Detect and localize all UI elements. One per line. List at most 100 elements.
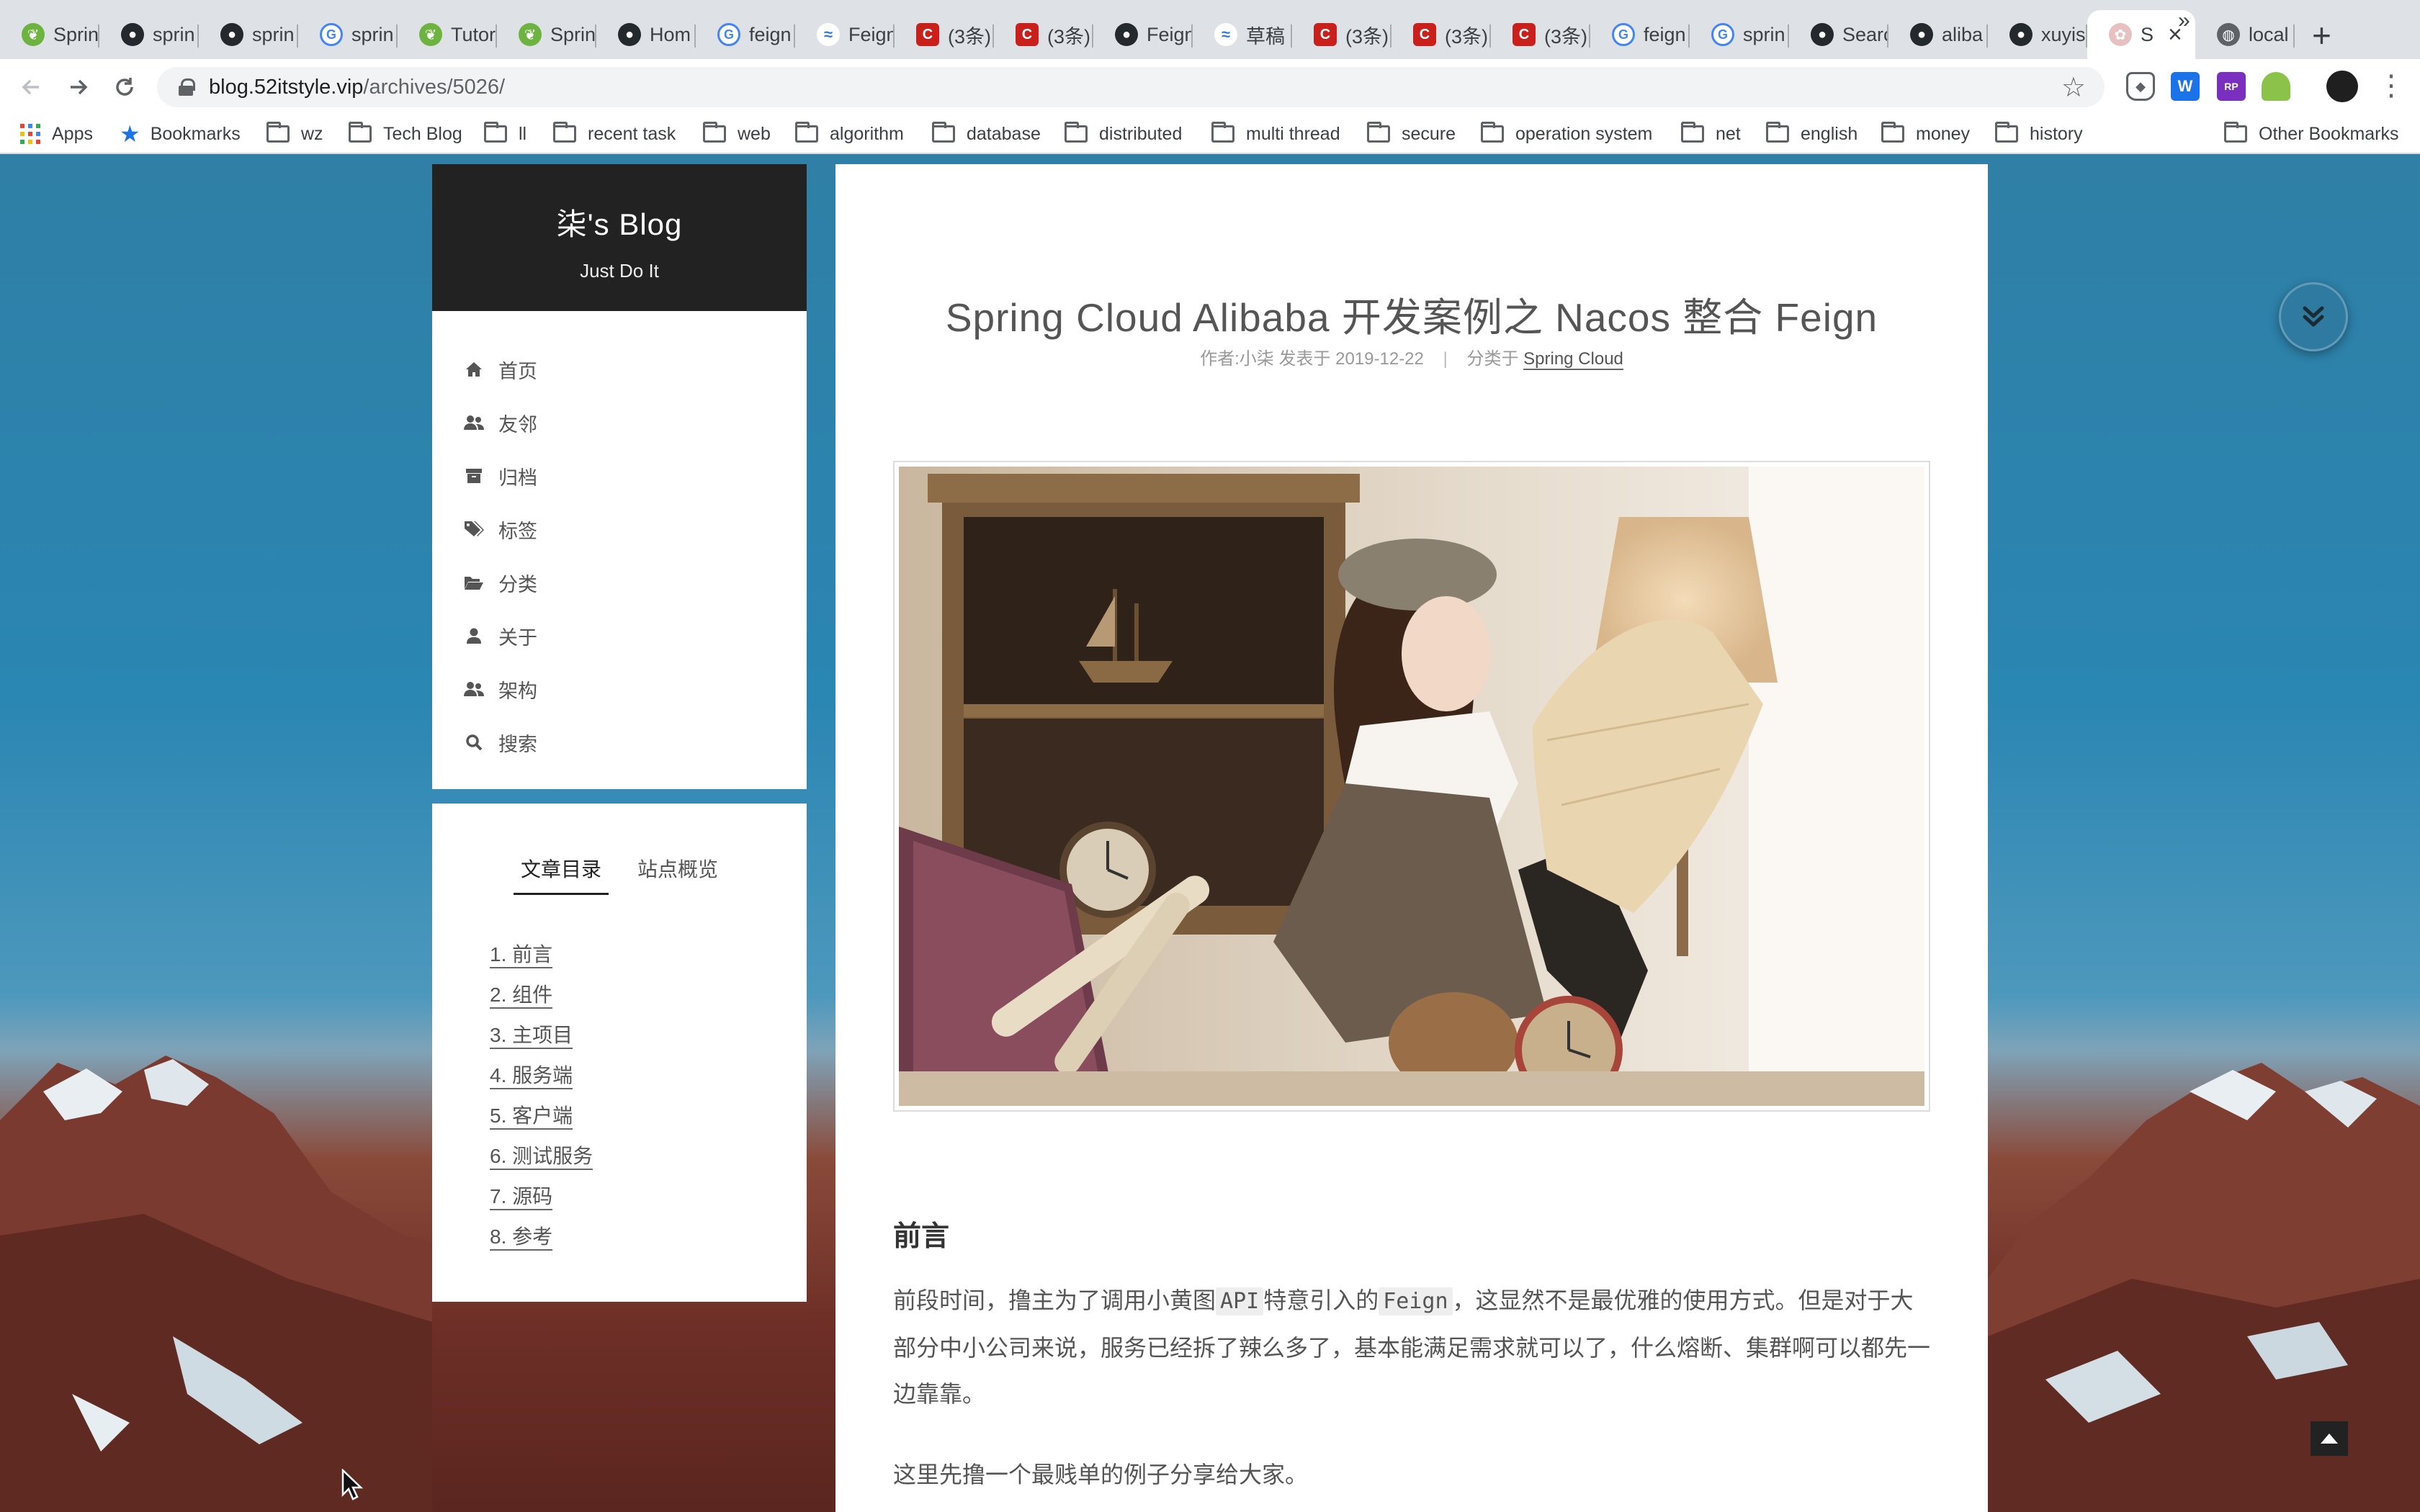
browser-tab[interactable]: ≈ 草稿 — [1193, 10, 1292, 59]
menu-item-architecture[interactable]: 架构 — [432, 662, 807, 716]
menu-item-categories[interactable]: 分类 — [432, 556, 807, 609]
browser-toolbar: blog.52itstyle.vip/archives/5026/ ☆ ◆ W … — [0, 59, 2420, 114]
tab-toc[interactable]: 文章目录 — [513, 854, 609, 895]
browser-tab[interactable]: ● Searc — [1789, 10, 1888, 59]
browser-tab[interactable]: Gsprin — [298, 10, 398, 59]
address-bar[interactable]: blog.52itstyle.vip/archives/5026/ ☆ — [157, 67, 2105, 107]
bookmark-label: ll — [519, 123, 527, 144]
browser-tab[interactable]: ◍ local — [2195, 10, 2295, 59]
menu-item-home[interactable]: 首页 — [432, 343, 807, 396]
browser-tab[interactable]: Gsprin — [1690, 10, 1789, 59]
bookmark-folder[interactable]: database — [932, 121, 1041, 147]
toc-link[interactable]: 4. 服务端 — [490, 1064, 573, 1089]
browser-tab[interactable]: C (3条) — [895, 10, 994, 59]
tab-title: (3条) — [1445, 25, 1488, 48]
back-button[interactable] — [13, 69, 49, 105]
rp-extension-icon[interactable]: RP — [2217, 72, 2246, 101]
browser-tab[interactable]: ❦ Sprin — [497, 10, 596, 59]
browser-tab[interactable]: ❦ Sprin — [0, 10, 99, 59]
bookmark-folder[interactable]: secure — [1367, 121, 1456, 147]
toc-link[interactable]: 8. 参考 — [490, 1225, 553, 1251]
search-icon — [464, 734, 484, 751]
scroll-down-button[interactable] — [2279, 282, 2348, 351]
tab-title: feign — [1644, 23, 1686, 45]
menu-item-about[interactable]: 关于 — [432, 609, 807, 662]
inline-code-api: API — [1216, 1287, 1264, 1315]
forward-arrow-icon — [71, 79, 88, 95]
bookmark-apps[interactable]: Apps — [20, 121, 93, 147]
menu-item-tags[interactable]: 标签 — [432, 503, 807, 556]
browser-tab[interactable]: ● xuyis — [1988, 10, 2087, 59]
new-tab-button[interactable]: + — [2312, 16, 2331, 55]
other-bookmarks-folder[interactable]: Other Bookmarks — [2224, 121, 2399, 147]
site-menu: 首页 友邻 归档 标签 分类 关于 架构 搜索 — [432, 311, 807, 789]
bookmark-label: net — [1716, 123, 1741, 144]
toc-link[interactable]: 6. 测试服务 — [490, 1145, 593, 1170]
forward-button[interactable] — [60, 69, 97, 105]
bookmark-folder[interactable]: algorithm — [795, 121, 904, 147]
folder-icon — [484, 122, 507, 143]
tab-site-overview[interactable]: 站点概览 — [630, 854, 725, 895]
profile-avatar[interactable] — [2326, 71, 2358, 102]
tab-title: xuyis — [2041, 23, 2086, 45]
browser-tab[interactable]: Gfeign — [1590, 10, 1690, 59]
browser-tab[interactable]: ❦ Tutor — [398, 10, 497, 59]
plant-extension-icon[interactable] — [2262, 72, 2290, 101]
section-heading: 前言 — [893, 1221, 950, 1252]
bookmark-folder[interactable]: money — [1881, 121, 1970, 147]
browser-tab[interactable]: ● sprin — [99, 10, 199, 59]
globe-icon: ◍ — [2217, 23, 2240, 46]
bookmark-folder[interactable]: Tech Blog — [349, 121, 462, 147]
menu-item-archive[interactable]: 归档 — [432, 449, 807, 503]
bookmark-label: algorithm — [830, 123, 904, 144]
toc-link[interactable]: 2. 组件 — [490, 984, 553, 1009]
menu-item-search[interactable]: 搜索 — [432, 716, 807, 769]
menu-item-label: 架构 — [498, 680, 537, 702]
browser-tab[interactable]: C (3条) — [994, 10, 1093, 59]
tab-separator — [2293, 24, 2295, 48]
toc-item: 6. 测试服务 — [490, 1140, 593, 1181]
bookmark-folder[interactable]: english — [1766, 121, 1857, 147]
toc-link[interactable]: 3. 主项目 — [490, 1024, 573, 1049]
browser-tab[interactable]: C (3条) — [1491, 10, 1590, 59]
bookmark-folder[interactable]: ll — [484, 121, 526, 147]
browser-tab[interactable]: ● aliba — [1888, 10, 1988, 59]
bookmark-folder[interactable]: web — [703, 121, 771, 147]
bookmark-folder[interactable]: wz — [266, 121, 323, 147]
tab-title: sprin — [153, 23, 195, 45]
bookmark-folder[interactable]: recent task — [553, 121, 676, 147]
browser-tab[interactable]: C (3条) — [1392, 10, 1491, 59]
toc-link[interactable]: 7. 源码 — [490, 1185, 553, 1210]
tab-title: aliba — [1942, 23, 1984, 45]
menu-item-friends[interactable]: 友邻 — [432, 396, 807, 449]
browser-tab[interactable]: C (3条) — [1292, 10, 1392, 59]
paragraph-text: 特意引入的 — [1263, 1287, 1379, 1313]
browser-menu-icon[interactable]: ⋮ — [2377, 69, 2406, 102]
browser-tab[interactable]: ● sprin — [199, 10, 298, 59]
shield-extension-icon[interactable]: ◆ — [2126, 72, 2155, 101]
toc-link[interactable]: 1. 前言 — [490, 943, 553, 968]
browser-tab[interactable]: ≈ Feign — [795, 10, 895, 59]
bookmark-folder[interactable]: operation system — [1481, 121, 1652, 147]
google-icon: G — [717, 23, 740, 46]
bookmark-star-icon[interactable]: ☆ — [2061, 71, 2086, 104]
post-category-link[interactable]: Spring Cloud — [1523, 349, 1623, 370]
lock-icon — [179, 78, 195, 96]
menu-item-label: 归档 — [498, 467, 537, 489]
github-icon: ● — [1910, 23, 1933, 46]
bookmark-folder[interactable]: distributed — [1065, 121, 1182, 147]
word-extension-icon[interactable]: W — [2171, 72, 2200, 101]
bookmark-star[interactable]: ★ Bookmarks — [120, 121, 241, 147]
browser-tab[interactable]: ● Feign — [1093, 10, 1193, 59]
reload-button[interactable] — [107, 69, 143, 105]
bookmark-folder[interactable]: multi thread — [1211, 121, 1340, 147]
browser-tab[interactable]: Gfeign — [696, 10, 795, 59]
bookmarks-overflow-button[interactable]: » — [2178, 9, 2190, 33]
bookmark-folder[interactable]: net — [1681, 121, 1741, 147]
bookmark-folder[interactable]: history — [1995, 121, 2083, 147]
site-title[interactable]: 柒's Blog — [432, 200, 807, 244]
toc-link[interactable]: 5. 客户端 — [490, 1104, 573, 1130]
back-to-top-button[interactable] — [2311, 1421, 2348, 1456]
github-icon: ● — [2009, 23, 2033, 46]
browser-tab[interactable]: ● Hom — [596, 10, 696, 59]
